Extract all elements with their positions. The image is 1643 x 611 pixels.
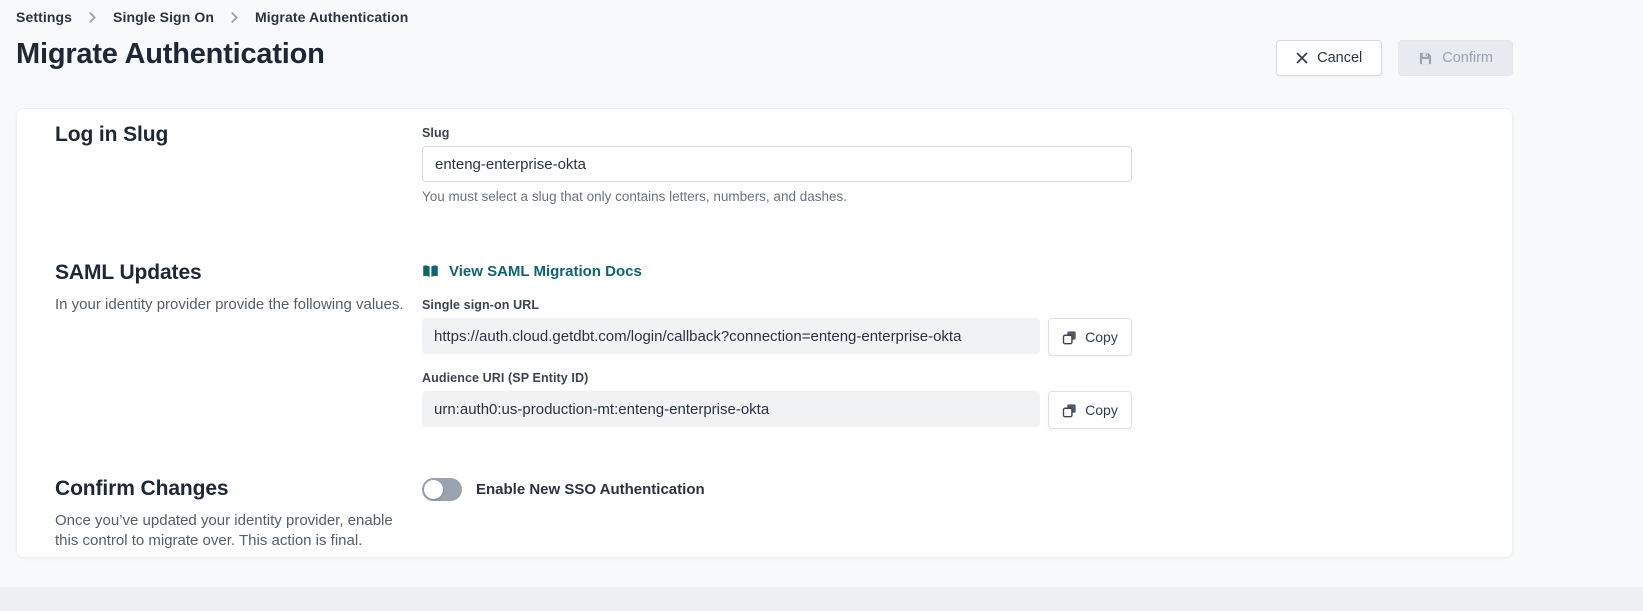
toggle-knob <box>424 480 443 499</box>
breadcrumb: Settings Single Sign On Migrate Authenti… <box>16 9 1627 25</box>
page-title: Migrate Authentication <box>16 38 325 71</box>
enable-sso-toggle-label: Enable New SSO Authentication <box>476 481 705 498</box>
copy-icon <box>1062 330 1077 345</box>
cancel-button-label: Cancel <box>1317 50 1362 66</box>
migrate-authentication-card: Log in Slug Slug You must select a slug … <box>16 108 1513 558</box>
audience-uri-field[interactable] <box>422 391 1040 427</box>
slug-input[interactable] <box>422 146 1132 182</box>
save-icon <box>1418 51 1433 66</box>
copy-sso-url-button[interactable]: Copy <box>1048 318 1132 356</box>
chevron-right-icon <box>229 12 240 23</box>
sso-url-field[interactable] <box>422 318 1040 354</box>
page-bottom-strip <box>0 587 1643 611</box>
saml-updates-heading: SAML Updates <box>55 261 422 285</box>
slug-label: Slug <box>422 126 1474 140</box>
chevron-right-icon <box>87 12 98 23</box>
copy-button-label: Copy <box>1085 402 1118 418</box>
page-header: Migrate Authentication Cancel Confirm <box>0 25 1643 76</box>
confirm-changes-description: Once you’ve updated your identity provid… <box>55 511 400 552</box>
sso-url-row: Copy <box>422 318 1474 356</box>
copy-audience-uri-button[interactable]: Copy <box>1048 391 1132 429</box>
saml-updates-description: In your identity provider provide the fo… <box>55 295 422 315</box>
breadcrumb-single-sign-on[interactable]: Single Sign On <box>113 9 214 25</box>
breadcrumb-migrate-authentication[interactable]: Migrate Authentication <box>255 9 408 25</box>
sso-url-label: Single sign-on URL <box>422 298 1474 312</box>
header-actions: Cancel Confirm <box>1276 40 1513 76</box>
copy-button-label: Copy <box>1085 329 1118 345</box>
confirm-button[interactable]: Confirm <box>1398 40 1513 76</box>
slug-help-text: You must select a slug that only contain… <box>422 189 1474 204</box>
enable-sso-toggle[interactable] <box>422 478 462 501</box>
copy-icon <box>1062 403 1077 418</box>
close-icon <box>1296 52 1308 64</box>
view-saml-migration-docs-link[interactable]: View SAML Migration Docs <box>422 263 642 280</box>
section-login-slug: Log in Slug Slug You must select a slug … <box>55 123 1474 204</box>
open-book-icon <box>422 265 439 278</box>
confirm-changes-heading: Confirm Changes <box>55 477 422 501</box>
breadcrumb-settings[interactable]: Settings <box>16 9 72 25</box>
audience-uri-row: Copy <box>422 391 1474 429</box>
section-confirm-changes: Confirm Changes Once you’ve updated your… <box>55 477 1474 552</box>
topbar: Settings Single Sign On Migrate Authenti… <box>0 0 1643 25</box>
view-saml-migration-docs-label: View SAML Migration Docs <box>449 263 642 280</box>
confirm-button-label: Confirm <box>1442 50 1493 66</box>
audience-uri-label: Audience URI (SP Entity ID) <box>422 371 1474 385</box>
section-saml-updates: SAML Updates In your identity provider p… <box>55 261 1474 429</box>
cancel-button[interactable]: Cancel <box>1276 40 1382 76</box>
enable-sso-toggle-row: Enable New SSO Authentication <box>422 478 1474 501</box>
login-slug-heading: Log in Slug <box>55 123 422 147</box>
